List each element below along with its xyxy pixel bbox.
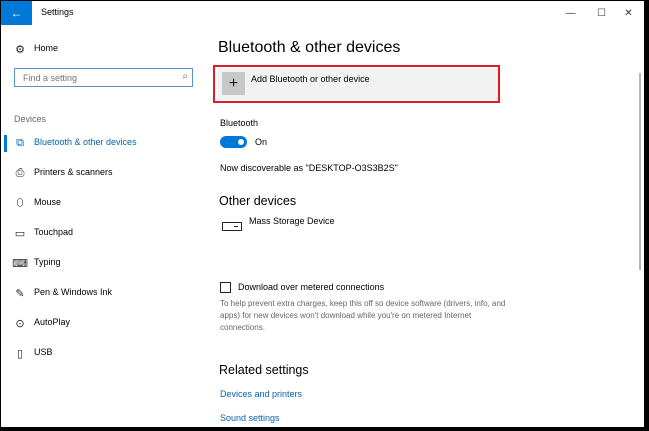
sidebar-item-bluetooth[interactable]: ⧉ Bluetooth & other devices [1,129,211,159]
sidebar-item-label: Printers & scanners [34,167,113,177]
search-box: ⌕ [14,68,193,87]
sidebar-item-label: USB [34,347,53,357]
pen-icon: ✎ [15,287,25,300]
bluetooth-label: Bluetooth [220,118,259,128]
sidebar-item-pen[interactable]: ✎ Pen & Windows Ink [1,279,211,309]
mouse-icon: ⬯ [16,196,24,209]
bluetooth-devices-icon: ⧉ [16,136,24,149]
page-title: Bluetooth & other devices [218,39,401,56]
close-icon: ✕ [624,7,633,19]
metered-label: Download over metered connections [238,282,385,292]
minimize-icon: — [565,7,576,19]
sidebar-item-printers[interactable]: ⎙ Printers & scanners [1,159,211,189]
usb-icon: ▯ [16,347,24,360]
printer-icon: ⎙ [15,166,25,179]
sidebar-section-devices: Devices [14,114,47,124]
add-device-button[interactable]: + Add Bluetooth or other device [218,68,499,100]
sidebar-item-label: Typing [34,257,61,267]
sidebar-item-label: Mouse [34,197,62,207]
sidebar-item-label: Home [34,43,59,53]
sidebar-item-home[interactable]: ⚙ Home [1,38,211,60]
maximize-icon: ☐ [597,7,606,19]
bluetooth-toggle[interactable] [220,136,247,148]
sound-settings-link[interactable]: Sound settings [220,413,280,423]
scrollbar[interactable] [639,73,641,270]
window-title: Settings [41,7,74,17]
sidebar-item-usb[interactable]: ▯ USB [1,339,211,369]
sidebar-item-typing[interactable]: ⌨ Typing [1,249,211,279]
metered-help-text: To help prevent extra charges, keep this… [220,299,506,332]
close-button[interactable]: ✕ [613,1,644,25]
sidebar-item-mouse[interactable]: ⬯ Mouse [1,189,211,219]
touchpad-icon: ▭ [14,227,26,240]
search-input[interactable] [23,71,173,84]
related-settings-heading: Related settings [219,363,309,377]
sidebar-item-label: Touchpad [34,227,74,237]
back-button[interactable]: ← [1,1,32,25]
sidebar-item-label: AutoPlay [34,317,71,327]
storage-device-icon [222,222,242,231]
active-indicator [4,135,7,152]
toggle-knob [238,139,244,145]
sidebar-item-touchpad[interactable]: ▭ Touchpad [1,219,211,249]
metered-checkbox[interactable] [220,282,231,293]
discoverable-status: Now discoverable as "DESKTOP-O3S3B2S" [220,163,398,173]
sidebar-item-autoplay[interactable]: ⊙ AutoPlay [1,309,211,339]
minimize-button[interactable]: — [555,1,586,25]
plus-icon: + [222,72,245,95]
add-device-label: Add Bluetooth or other device [251,74,370,84]
sidebar-item-label: Pen & Windows Ink [34,287,113,297]
other-devices-heading: Other devices [219,194,297,208]
settings-window: ← Settings — ☐ ✕ ⚙ Home ⌕ Devices ⧉ Blue… [1,1,644,427]
sidebar-item-label: Bluetooth & other devices [34,137,137,147]
back-arrow-icon: ← [10,6,23,20]
device-name: Mass Storage Device [249,216,335,226]
search-icon[interactable]: ⌕ [182,71,188,82]
autoplay-icon: ⊙ [15,317,25,330]
keyboard-icon: ⌨ [12,257,28,270]
bluetooth-state: On [255,137,268,147]
devices-and-printers-link[interactable]: Devices and printers [220,389,302,399]
gear-icon: ⚙ [15,43,25,56]
title-bar: ← Settings — ☐ ✕ [1,1,644,25]
